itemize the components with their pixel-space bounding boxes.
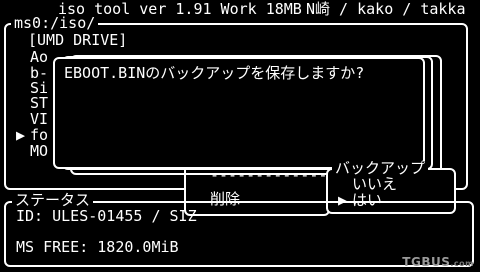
list-item[interactable]: Ao <box>30 50 48 65</box>
status-title: ステータス <box>12 193 94 208</box>
watermark-logo: TGBUS.com <box>402 255 474 269</box>
credits: N崎 / kako / takka <box>306 0 466 18</box>
dialog-message: EBOOT.BINのバックアップを保存しますか? <box>64 64 365 82</box>
backup-menu-title: バックアップ <box>332 161 429 176</box>
psp-screen: iso_tool ver 1.91 Work 18MB N崎 / kako / … <box>0 0 480 272</box>
status-id: ID: ULES-01455 / SIZ <box>16 207 197 225</box>
list-item[interactable]: ST <box>30 96 48 111</box>
list-item[interactable]: VI <box>30 112 48 127</box>
list-cursor-icon: ▶ <box>16 126 26 144</box>
list-item-umd-drive[interactable]: [UMD DRIVE] <box>28 33 127 48</box>
list-item[interactable]: MO <box>30 144 48 159</box>
path-label: ms0:/iso/ <box>11 16 99 31</box>
list-item-selected[interactable]: fo <box>30 128 48 143</box>
option-no[interactable]: いいえ <box>352 177 397 192</box>
status-free-space: MS FREE: 1820.0MiB <box>16 238 179 256</box>
